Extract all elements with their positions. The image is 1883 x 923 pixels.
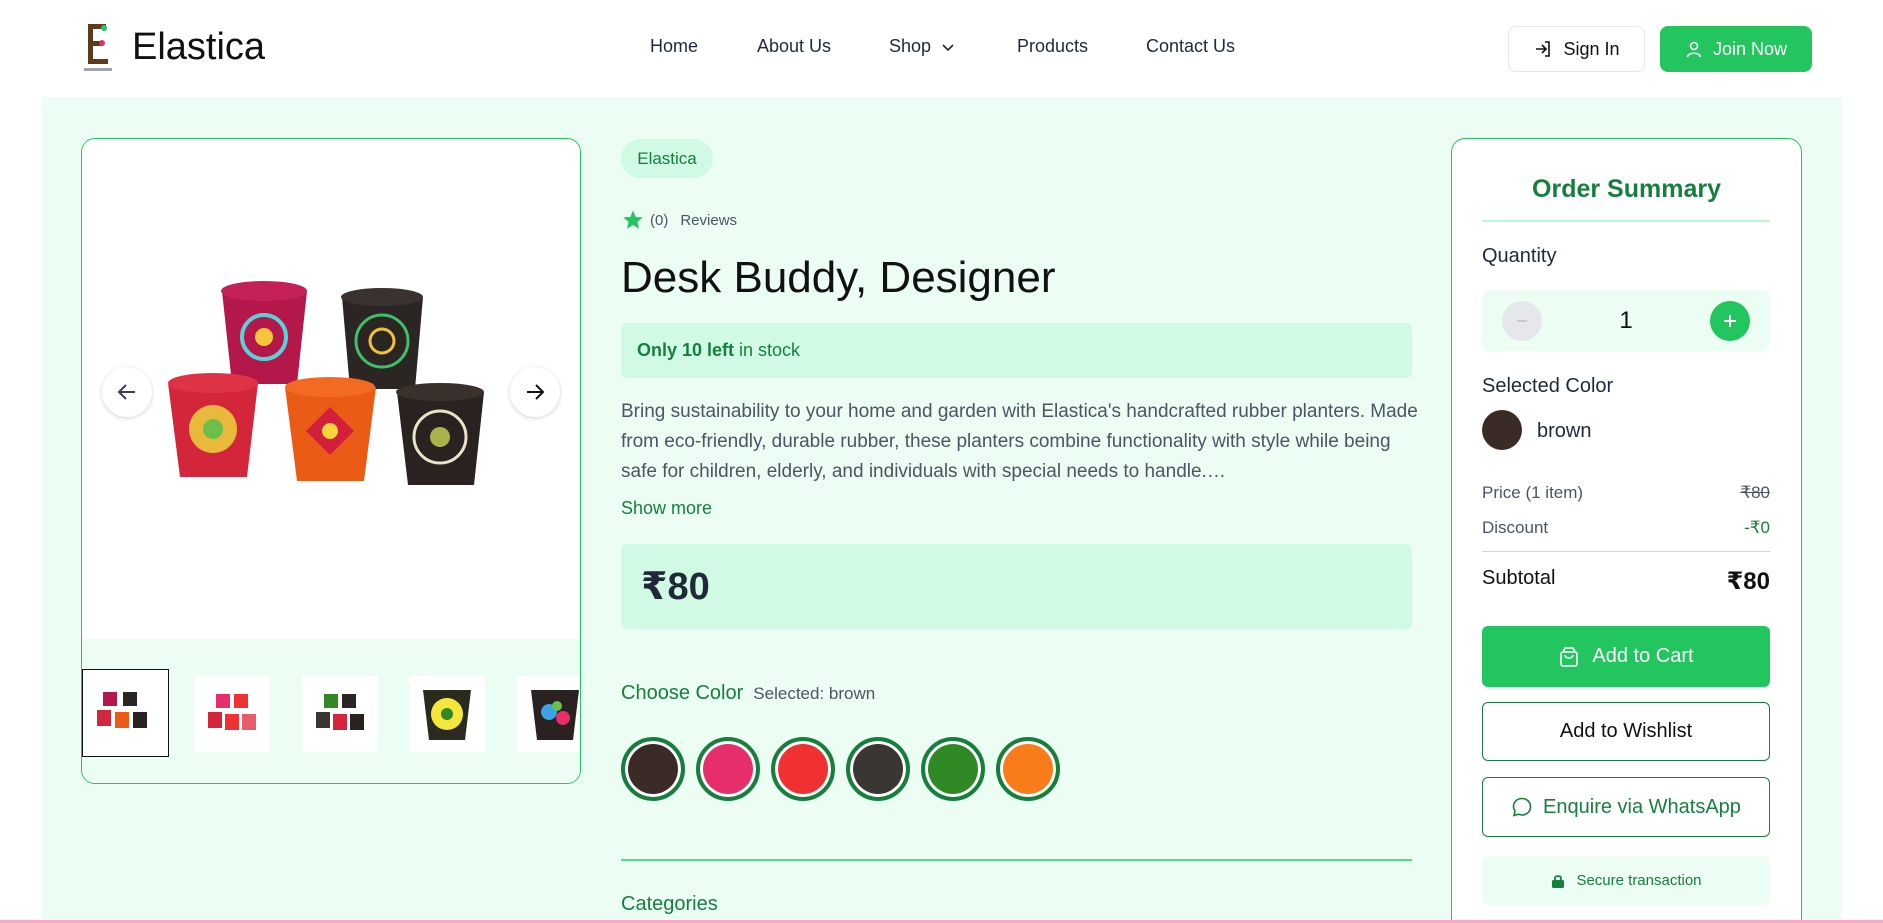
whatsapp-enquiry-button[interactable]: Enquire via WhatsApp <box>1482 777 1770 837</box>
product-description: Bring sustainability to your home and ga… <box>621 401 1418 482</box>
star-icon <box>623 210 643 229</box>
selected-color-text: Selected: brown <box>753 684 876 703</box>
subtotal-row: Subtotal ₹80 <box>1482 567 1770 596</box>
thumbnail-2[interactable] <box>194 676 270 752</box>
color-swatch-3[interactable] <box>771 737 835 801</box>
nav-home[interactable]: Home <box>650 36 698 57</box>
rating-row[interactable]: (0) Reviews <box>622 209 737 231</box>
quantity-label: Quantity <box>1482 245 1557 267</box>
nav-shop[interactable]: Shop <box>889 36 969 57</box>
price-box: ₹80 <box>621 544 1412 629</box>
summary-divider <box>1482 220 1770 222</box>
sign-in-label: Sign In <box>1563 38 1620 59</box>
add-to-wishlist-label: Add to Wishlist <box>1559 720 1693 742</box>
minus-icon <box>1517 320 1527 322</box>
quantity-stepper: 1 <box>1482 290 1770 351</box>
section-divider <box>621 859 1412 861</box>
join-now-button[interactable]: Join Now <box>1660 26 1812 72</box>
order-summary-title: Order Summary <box>1532 175 1721 203</box>
plus-icon <box>1724 315 1736 327</box>
brand-name[interactable]: Elastica <box>132 26 265 69</box>
nav-shop-label: Shop <box>889 36 932 56</box>
color-swatch-5[interactable] <box>921 737 985 801</box>
previous-image-button[interactable] <box>102 367 152 417</box>
whatsapp-label: Enquire via WhatsApp <box>1543 795 1741 818</box>
reviews-label: Reviews <box>680 211 738 229</box>
color-swatch-1[interactable] <box>621 737 685 801</box>
shopping-bag-icon <box>1560 646 1579 667</box>
subtotal-label: Subtotal <box>1482 567 1556 589</box>
discount-label: Discount <box>1482 518 1549 537</box>
thumbnail-3[interactable] <box>302 676 378 752</box>
stock-notice: Only 10 left in stock <box>621 323 1412 378</box>
chevron-down-icon <box>942 43 954 51</box>
sign-in-button[interactable]: Sign In <box>1508 26 1645 72</box>
thumbnail-1[interactable] <box>82 669 169 757</box>
nav-products[interactable]: Products <box>1017 36 1107 57</box>
choose-color-label: Choose Color <box>621 682 744 704</box>
price-label: Price (1 item) <box>1482 483 1584 502</box>
elastica-logo[interactable] <box>82 22 114 74</box>
thumbnail-4[interactable] <box>409 676 485 752</box>
user-icon <box>1686 41 1702 58</box>
increase-quantity-button[interactable] <box>1710 301 1750 341</box>
lock-icon <box>1552 874 1565 888</box>
decrease-quantity-button[interactable] <box>1502 301 1542 341</box>
stock-suffix: in stock <box>739 340 801 360</box>
price-row: Price (1 item) ₹80 <box>1482 483 1770 503</box>
sign-in-icon <box>1536 41 1551 57</box>
product-gallery <box>81 138 581 784</box>
order-summary: Order Summary Quantity 1 Selected Color … <box>1451 138 1802 923</box>
site-header: Elastica Home About Us Shop Products Con… <box>0 0 1883 97</box>
choose-color-header: Choose Color Selected: brown <box>621 682 875 705</box>
join-now-label: Join Now <box>1712 38 1788 59</box>
main-product-image <box>82 139 580 639</box>
nav-about-us[interactable]: About Us <box>757 36 847 57</box>
show-more-link[interactable]: Show more <box>621 498 712 519</box>
planters-illustration <box>168 281 484 485</box>
nav-contact-us[interactable]: Contact Us <box>1146 36 1286 57</box>
selected-color-name: brown <box>1537 420 1592 442</box>
secure-transaction-badge: Secure transaction <box>1482 856 1770 905</box>
add-to-wishlist-button[interactable]: Add to Wishlist <box>1482 702 1770 761</box>
color-swatch-2[interactable] <box>696 737 760 801</box>
add-to-cart-label: Add to Cart <box>1592 645 1694 667</box>
secure-transaction-label: Secure transaction <box>1576 872 1702 889</box>
thumbnail-5[interactable] <box>517 676 580 752</box>
arrow-left-icon <box>117 384 135 400</box>
selected-color-label: Selected Color <box>1482 375 1614 397</box>
product-title: Desk Buddy, Designer <box>621 253 1056 302</box>
rating-count: (0) <box>650 211 669 229</box>
chat-bubble-icon <box>1512 797 1532 817</box>
subtotal-value: ₹80 <box>1726 568 1770 595</box>
add-to-cart-button[interactable]: Add to Cart <box>1482 626 1770 687</box>
discount-value: -₹0 <box>1744 518 1770 537</box>
price-value: ₹80 <box>1740 483 1770 502</box>
brand-badge[interactable]: Elastica <box>621 139 713 178</box>
arrow-right-icon <box>527 384 545 400</box>
product-price: ₹80 <box>641 566 710 608</box>
selected-color-dot <box>1482 410 1522 450</box>
subtotal-divider <box>1482 551 1770 552</box>
stock-count: Only 10 left <box>637 340 735 360</box>
color-swatch-6[interactable] <box>996 737 1060 801</box>
discount-row: Discount -₹0 <box>1482 518 1770 538</box>
color-swatch-4[interactable] <box>846 737 910 801</box>
categories-heading: Categories <box>621 893 718 915</box>
next-image-button[interactable] <box>510 367 560 417</box>
